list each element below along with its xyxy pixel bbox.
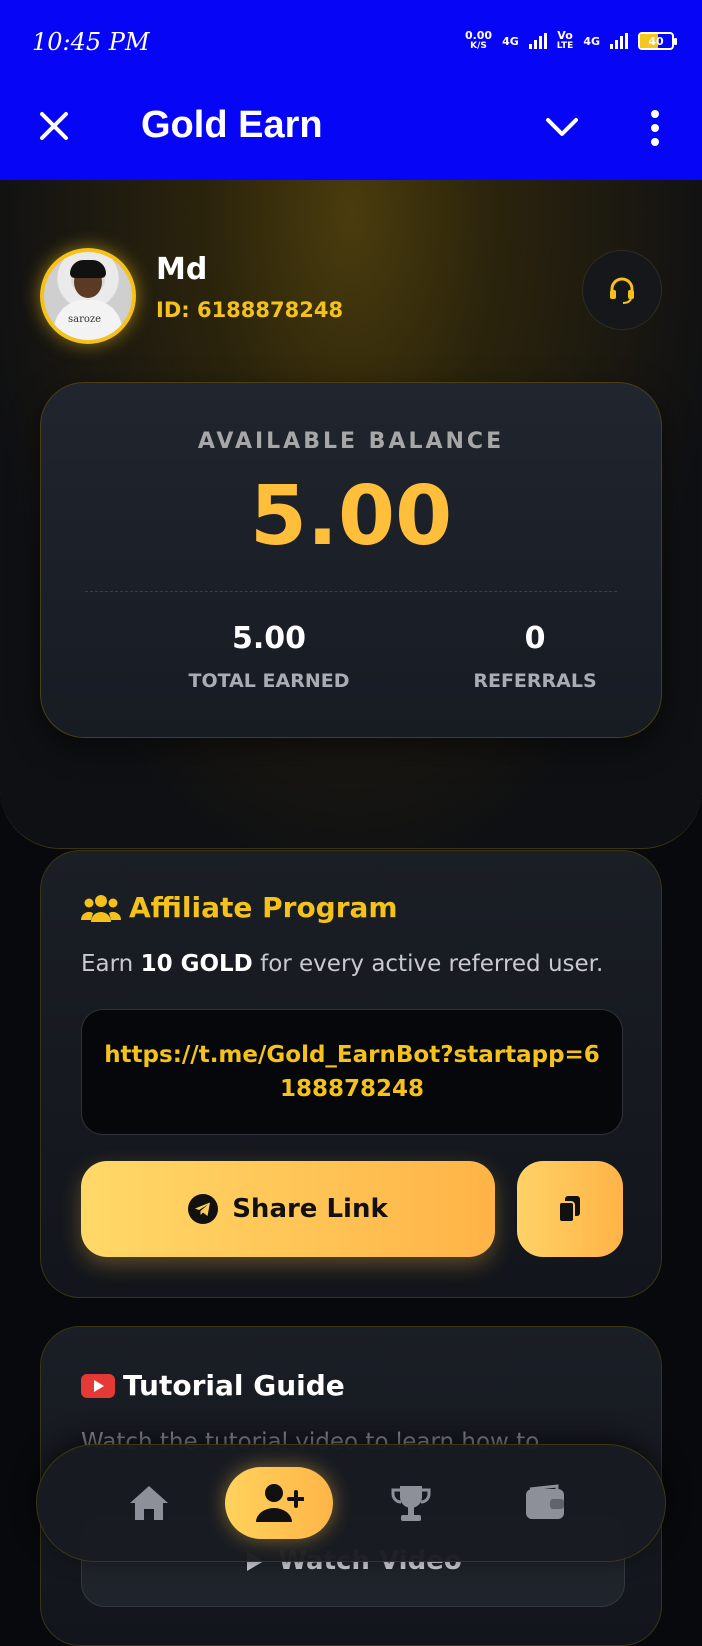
support-button[interactable] bbox=[582, 250, 662, 330]
user-id: ID: 6188878248 bbox=[156, 298, 344, 322]
home-icon bbox=[130, 1486, 168, 1520]
affiliate-card: Affiliate Program Earn 10 GOLD for every… bbox=[40, 850, 662, 1298]
bottom-nav bbox=[36, 1444, 666, 1562]
total-earned-value: 5.00 bbox=[231, 621, 307, 656]
balance-card: AVAILABLE BALANCE 5.00 5.00 TOTAL EARNED… bbox=[40, 382, 662, 738]
share-link-label: Share Link bbox=[232, 1194, 388, 1224]
referral-link-box[interactable]: https://t.me/Gold_EarnBot?startapp=61888… bbox=[81, 1009, 623, 1135]
copy-icon bbox=[558, 1196, 580, 1223]
avatar[interactable]: saroze bbox=[40, 248, 136, 344]
app-title: Gold Earn bbox=[141, 104, 323, 146]
nav-home[interactable] bbox=[95, 1467, 203, 1539]
telegram-icon bbox=[188, 1194, 219, 1224]
status-indicators: 0.00 K/S 4G Vo LTE 4G 40 bbox=[464, 29, 677, 52]
affiliate-heading: Affiliate Program bbox=[81, 891, 398, 924]
battery-icon: 40 bbox=[638, 32, 677, 50]
signal-icon bbox=[528, 33, 547, 49]
nav-referrals[interactable] bbox=[225, 1467, 333, 1539]
chevron-down-icon[interactable] bbox=[542, 112, 582, 142]
referrals-label: REFERRALS bbox=[473, 670, 597, 692]
tutorial-heading: Tutorial Guide bbox=[81, 1369, 345, 1402]
profile-header: saroze Md ID: 6188878248 AVAILABLE BALAN… bbox=[0, 180, 702, 849]
app-bar: Gold Earn bbox=[0, 86, 702, 180]
headset-icon bbox=[610, 277, 634, 304]
referrals-value: 0 bbox=[524, 621, 546, 656]
network-4g-label-2: 4G bbox=[583, 34, 600, 48]
status-bar: 10:45 PM 0.00 K/S 4G Vo LTE 4G 40 bbox=[0, 0, 702, 86]
youtube-icon bbox=[81, 1373, 115, 1398]
more-vert-icon[interactable] bbox=[640, 108, 670, 148]
trophy-icon bbox=[391, 1486, 431, 1521]
close-icon[interactable] bbox=[36, 108, 72, 144]
nav-leaderboard[interactable] bbox=[357, 1467, 465, 1539]
battery-level: 40 bbox=[648, 34, 664, 48]
net-speed: 0.00 K/S bbox=[464, 29, 493, 51]
tutorial-title: Tutorial Guide bbox=[123, 1369, 345, 1402]
nav-wallet[interactable] bbox=[491, 1467, 599, 1539]
copy-link-button[interactable] bbox=[517, 1161, 623, 1257]
share-link-button[interactable]: Share Link bbox=[81, 1161, 495, 1257]
balance-divider bbox=[85, 591, 617, 592]
affiliate-title: Affiliate Program bbox=[129, 891, 398, 924]
total-earned-stat: 5.00 TOTAL EARNED bbox=[159, 621, 379, 692]
users-icon bbox=[81, 894, 121, 922]
total-earned-label: TOTAL EARNED bbox=[188, 670, 350, 692]
volte-indicator: Vo LTE bbox=[556, 29, 574, 51]
balance-label: AVAILABLE BALANCE bbox=[197, 429, 505, 454]
status-time: 10:45 PM bbox=[32, 28, 150, 56]
add-user-icon bbox=[256, 1484, 304, 1522]
network-4g-label: 4G bbox=[502, 34, 519, 48]
user-name: Md bbox=[156, 252, 208, 287]
referrals-stat: 0 REFERRALS bbox=[425, 621, 645, 692]
wallet-icon bbox=[526, 1484, 564, 1519]
signal-icon-2 bbox=[610, 33, 628, 49]
avatar-shirt-text: saroze bbox=[68, 314, 102, 325]
balance-value: 5.00 bbox=[249, 469, 453, 564]
affiliate-description: Earn 10 GOLD for every active referred u… bbox=[81, 951, 604, 977]
